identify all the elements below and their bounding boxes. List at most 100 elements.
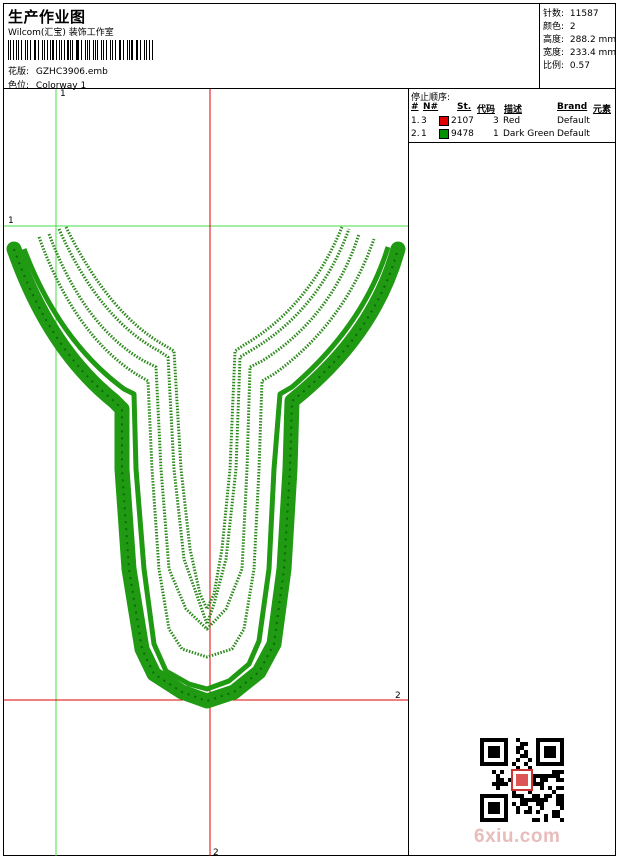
barcode-bar xyxy=(102,40,104,60)
stitch-count-value: 11587 xyxy=(569,9,599,19)
embroidery-preview[interactable]: 1 1 2 2 xyxy=(4,89,408,856)
green-vertical-guide-label: 1 xyxy=(60,89,66,99)
stop-sequence-divider xyxy=(409,142,616,143)
outer-satin-texture xyxy=(13,248,399,702)
barcode-bar xyxy=(101,40,102,60)
qr-code-svg xyxy=(480,738,564,822)
row-1-needle: 3 xyxy=(421,116,427,126)
barcode-bar xyxy=(145,40,147,60)
col-brand-header: Brand xyxy=(557,102,588,112)
scale-value: 0.57 xyxy=(569,61,590,71)
col-needle-header: N# xyxy=(423,102,439,112)
barcode-bar xyxy=(50,40,51,60)
barcode-bar xyxy=(92,40,94,60)
barcode-bar xyxy=(75,40,77,60)
zigzag-center-row xyxy=(64,226,344,611)
watermark-text: 6xiu.com xyxy=(474,826,561,847)
row-2-index: 2. xyxy=(411,129,420,139)
barcode-bar xyxy=(51,40,54,60)
height-label: 高度: xyxy=(543,35,565,45)
row-1-brand: Default xyxy=(557,116,590,126)
row-2-brand: Default xyxy=(557,129,590,139)
barcode-bar xyxy=(55,40,57,60)
barcode-bar xyxy=(139,40,142,60)
barcode-bar xyxy=(41,40,43,60)
col-element-header: 元素 xyxy=(593,105,612,115)
row-2-needle: 1 xyxy=(421,129,427,139)
scale-row: 比例: 0.57 xyxy=(543,58,590,71)
barcode-bar xyxy=(144,40,145,60)
design-value: GZHC3906.emb xyxy=(35,67,108,77)
barcode-bar xyxy=(120,40,121,60)
barcode-bar xyxy=(89,40,90,60)
barcode-bar xyxy=(12,40,14,60)
barcode-bar xyxy=(46,40,48,60)
row-2-code: 1 xyxy=(493,129,499,139)
barcode-bar xyxy=(112,40,113,60)
height-value: 288.2 mm xyxy=(569,35,617,45)
stop-sequence-panel: 停止顺序: # N# St. 代码 描述 Brand 元素 1. 3 2107 … xyxy=(409,89,616,143)
barcode-bar xyxy=(16,40,18,60)
barcode-bar xyxy=(86,40,88,60)
row-1-index: 1. xyxy=(411,116,420,126)
barcode-bar xyxy=(69,40,71,60)
col-index-header: # xyxy=(411,102,419,112)
red-horizontal-guide-label: 2 xyxy=(395,691,401,701)
width-value: 233.4 mm xyxy=(569,48,617,58)
barcode-bar xyxy=(80,40,82,60)
barcode-bar xyxy=(94,40,96,60)
barcode-bar xyxy=(72,40,73,60)
barcode-bar xyxy=(43,40,45,60)
barcode-bar xyxy=(137,40,138,60)
stitch-count-row: 针数: 11587 xyxy=(543,6,599,19)
barcode-bar xyxy=(29,40,31,60)
design-file-row: 花版: GZHC3906.emb xyxy=(8,64,108,77)
barcode-bar xyxy=(33,40,35,60)
stitch-count-label: 针数: xyxy=(543,9,565,19)
barcode-bar xyxy=(18,40,19,60)
design-label: 花版: xyxy=(8,67,30,77)
zigzag-middle-row xyxy=(47,233,361,631)
barcode-bar xyxy=(128,40,130,60)
barcode xyxy=(8,40,154,60)
barcode-bar xyxy=(59,40,60,60)
page-title: 生产作业图 xyxy=(8,8,86,26)
barcode-bar xyxy=(97,40,99,60)
barcode-bar xyxy=(38,40,39,60)
barcode-bar xyxy=(118,40,120,60)
studio-subtitle: Wilcom(汇宝) 装饰工作室 xyxy=(8,28,114,38)
barcode-bar xyxy=(63,40,65,60)
barcode-bar xyxy=(148,40,150,60)
barcode-bar xyxy=(114,40,116,60)
row-1-stitches: 2107 xyxy=(451,116,474,126)
width-label: 宽度: xyxy=(543,48,565,58)
row-1-description: Red xyxy=(503,116,521,126)
col-stitches-header: St. xyxy=(457,102,472,112)
height-row: 高度: 288.2 mm xyxy=(543,32,616,45)
barcode-bar xyxy=(27,40,28,60)
color-count-row: 颜色: 2 xyxy=(543,19,576,32)
row-2-description: Dark Green xyxy=(503,129,555,139)
color-count-label: 颜色: xyxy=(543,22,565,32)
barcode-bar xyxy=(84,40,86,60)
panel-divider xyxy=(408,88,409,856)
row-1-code: 3 xyxy=(493,116,499,126)
color-count-value: 2 xyxy=(569,22,576,32)
barcode-bar xyxy=(20,40,22,60)
green-horizontal-guide-label: 1 xyxy=(8,216,14,226)
barcode-bar xyxy=(135,40,137,60)
col-description-header: 描述 xyxy=(504,105,523,115)
barcode-bar xyxy=(8,40,10,60)
design-info-box: 针数: 11587 颜色: 2 高度: 288.2 mm 宽度: 233.4 m… xyxy=(539,3,617,88)
scale-label: 比例: xyxy=(543,61,565,71)
header-section: 生产作业图 Wilcom(汇宝) 装饰工作室 花版: GZHC3906.emb … xyxy=(4,4,540,91)
row-2-color-swatch xyxy=(439,129,449,139)
barcode-bar xyxy=(110,40,111,60)
zigzag-outer-row xyxy=(37,236,376,659)
design-canvas-svg: 1 1 2 2 xyxy=(4,89,408,856)
barcode-bar xyxy=(24,40,27,60)
barcode-bar xyxy=(35,40,37,60)
outer-satin-border xyxy=(6,241,406,709)
row-2-stitches: 9478 xyxy=(451,129,474,139)
barcode-bar xyxy=(10,40,11,60)
